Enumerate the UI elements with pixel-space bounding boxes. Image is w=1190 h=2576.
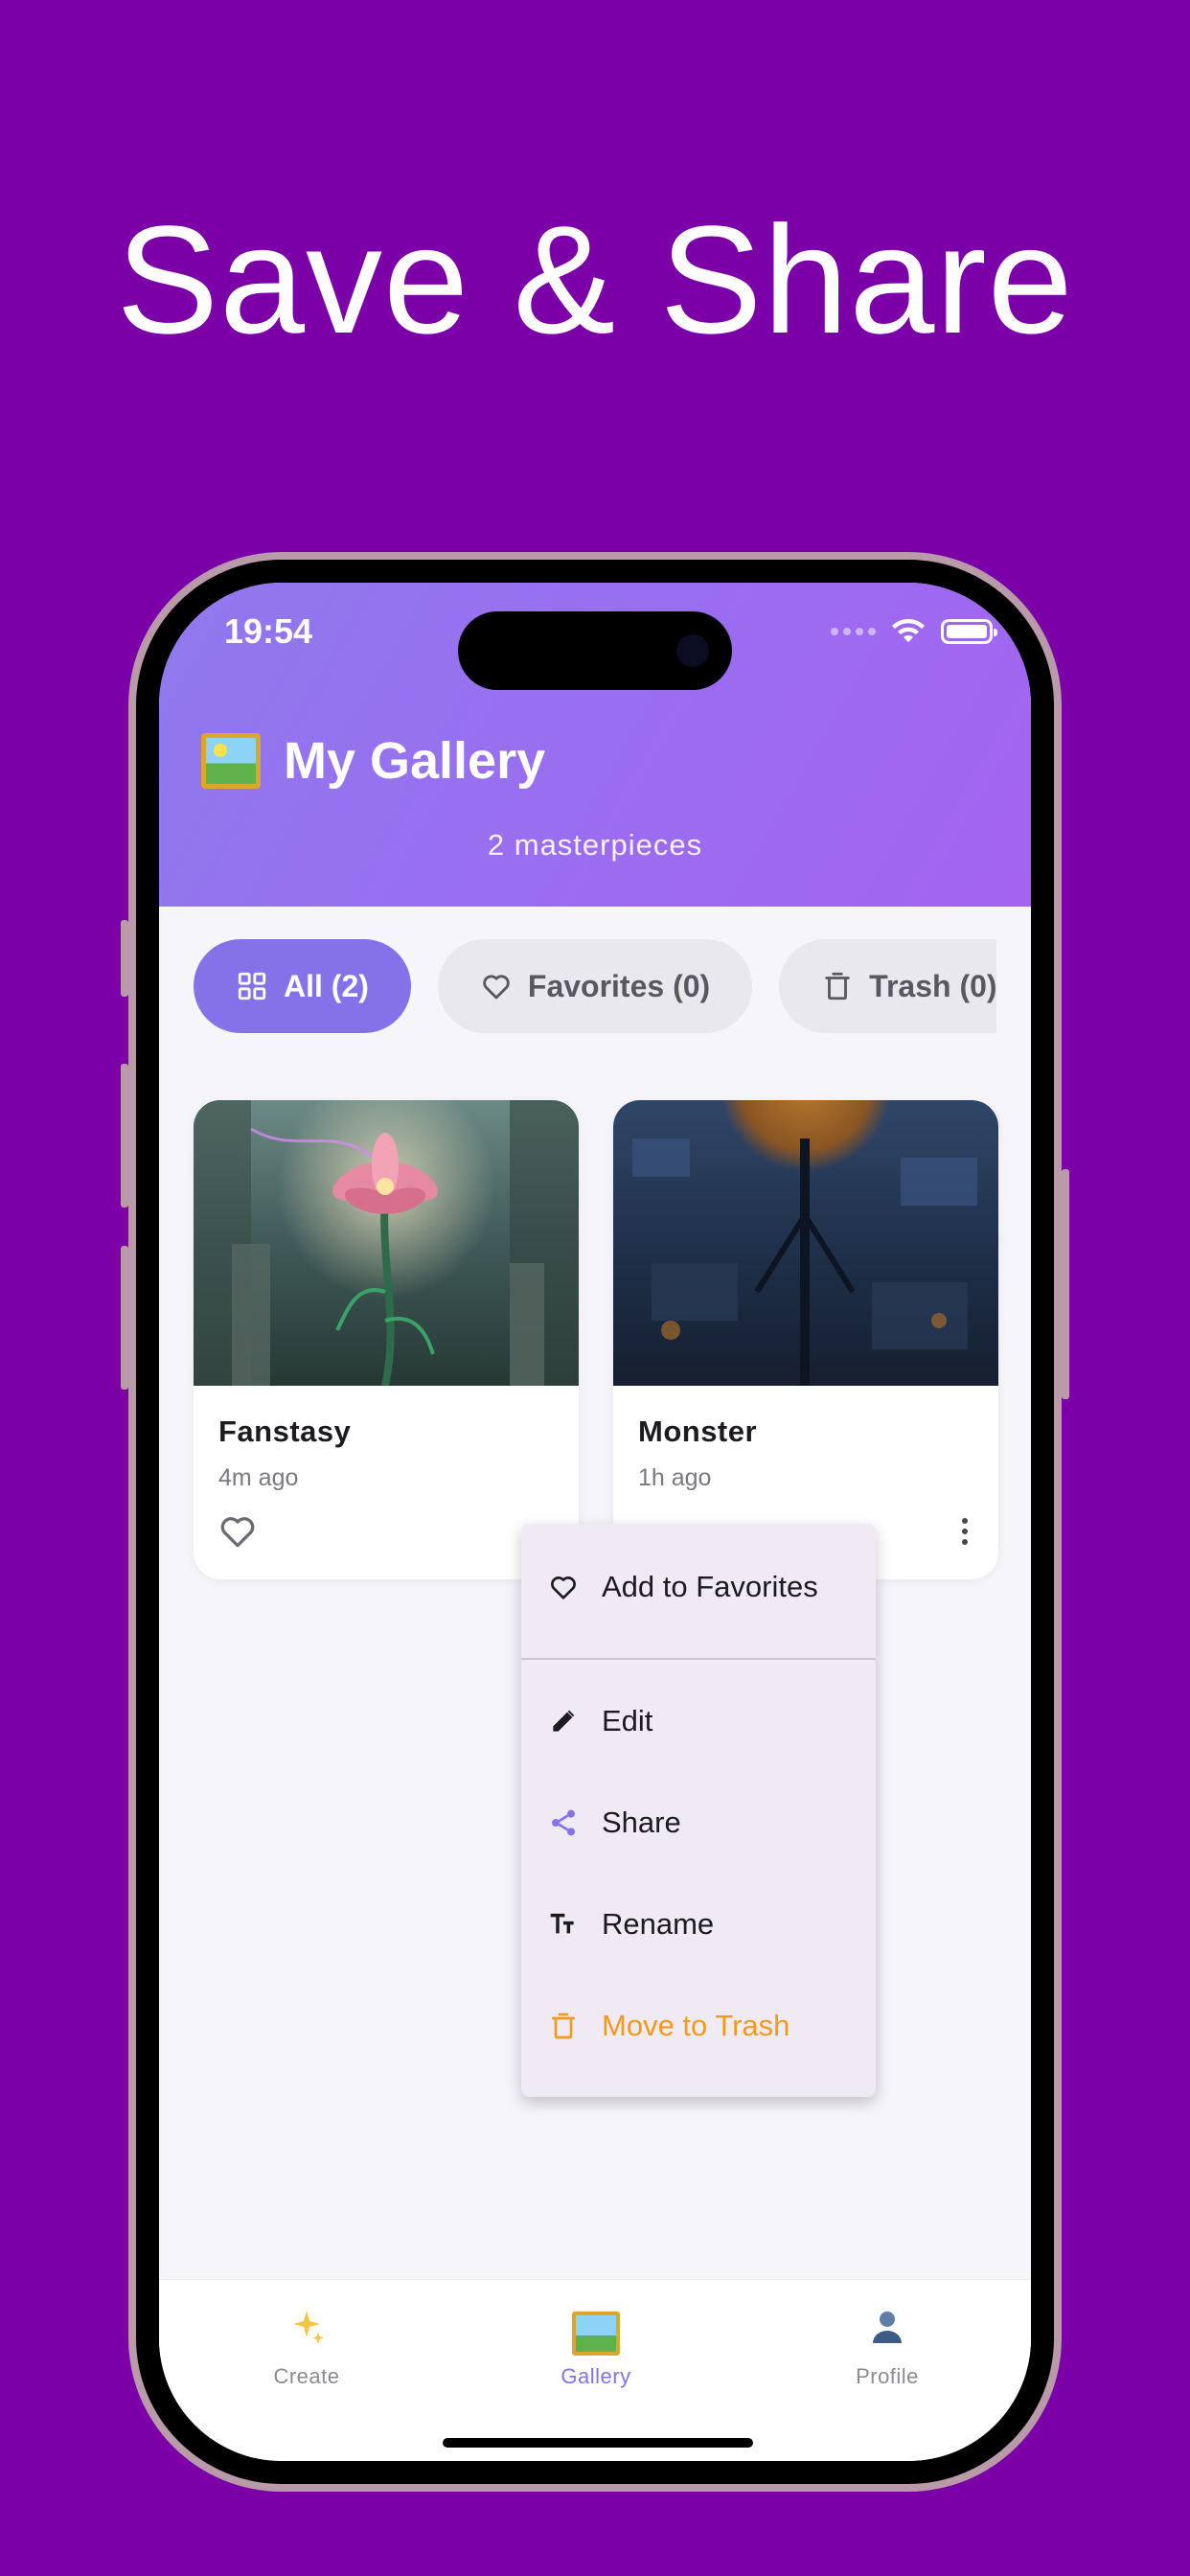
- tab-trash-label: Trash (0): [869, 968, 996, 1003]
- masterpiece-count: 2 masterpieces: [487, 828, 703, 862]
- nav-item-gallery[interactable]: Gallery: [500, 2307, 692, 2389]
- artwork-name: Fanstasy: [218, 1414, 352, 1448]
- menu-item-label: Add to Favorites: [602, 1570, 818, 1603]
- cellular-signal-icon: [831, 628, 876, 635]
- user-icon: [791, 2307, 983, 2357]
- trash-icon: [552, 2012, 575, 2039]
- dynamic-island: [458, 611, 732, 690]
- status-indicators: [831, 619, 997, 644]
- context-menu: Add to Favorites Edit Share Rename Move …: [521, 1524, 876, 2097]
- headline: Save & Share: [116, 194, 1074, 365]
- tab-favorites[interactable]: Favorites (0): [437, 939, 753, 1033]
- nav-label: Gallery: [561, 2364, 631, 2388]
- menu-item-add-to-favorites[interactable]: Add to Favorites: [548, 1570, 818, 1604]
- menu-item-edit[interactable]: Edit: [548, 1704, 652, 1738]
- framed-picture-icon: [201, 733, 261, 789]
- wifi-icon: [892, 619, 925, 642]
- menu-item-rename[interactable]: Rename: [548, 1907, 714, 1942]
- nav-label: Create: [273, 2364, 340, 2388]
- menu-divider: [521, 1658, 876, 1660]
- heart-outline-icon: [551, 1576, 576, 1599]
- monster-artwork-image: [632, 1138, 977, 1386]
- favorite-heart-icon[interactable]: [218, 1514, 257, 1549]
- tab-all[interactable]: All (2): [194, 939, 411, 1033]
- more-options-icon[interactable]: [962, 1518, 970, 1545]
- menu-item-label: Share: [602, 1806, 681, 1839]
- nav-item-create[interactable]: Create: [211, 2307, 402, 2389]
- menu-item-label: Rename: [602, 1907, 715, 1941]
- tab-all-label: All (2): [284, 968, 369, 1003]
- artwork-time: 4m ago: [218, 1464, 299, 1491]
- tab-trash[interactable]: Trash (0): [779, 939, 996, 1033]
- grid-icon: [238, 972, 266, 1000]
- battery-icon: [941, 619, 997, 644]
- nav-item-profile[interactable]: Profile: [791, 2307, 983, 2389]
- gallery-header: 19:54 My Gallery 2 masterpieces: [159, 583, 1031, 907]
- title-row: My Gallery: [201, 731, 545, 791]
- tab-favorites-label: Favorites (0): [527, 968, 711, 1003]
- app-screen: 19:54 My Gallery 2 masterpieces All (2) …: [159, 583, 1031, 2461]
- nav-label: Profile: [856, 2364, 919, 2388]
- filter-tabs: All (2) Favorites (0) Trash (0): [194, 939, 996, 1033]
- menu-item-label: Edit: [602, 1704, 653, 1737]
- bottom-navigation: Create Gallery Profile: [159, 2279, 1031, 2461]
- sparkles-icon: [211, 2307, 402, 2357]
- artwork-card-fanstasy[interactable]: Fanstasy 4m ago: [194, 1100, 579, 1579]
- volume-up-button: [121, 1064, 128, 1208]
- status-time: 19:54: [224, 611, 313, 651]
- menu-item-label: Move to Trash: [602, 2009, 790, 2042]
- framed-picture-icon: [500, 2307, 692, 2357]
- artwork-thumbnail[interactable]: [194, 1100, 579, 1386]
- menu-item-share[interactable]: Share: [548, 1806, 681, 1840]
- artwork-time: 1h ago: [638, 1464, 712, 1491]
- menu-item-move-to-trash[interactable]: Move to Trash: [548, 2009, 790, 2043]
- power-button: [1062, 1169, 1069, 1399]
- heart-outline-icon: [483, 975, 510, 1000]
- home-indicator: [443, 2438, 753, 2448]
- volume-down-button: [121, 1246, 128, 1390]
- pencil-icon: [553, 1710, 575, 1732]
- artwork-card-monster[interactable]: Monster 1h ago: [613, 1100, 998, 1579]
- trash-icon: [825, 972, 850, 1000]
- mute-switch: [121, 920, 128, 997]
- artwork-thumbnail[interactable]: [613, 1100, 998, 1386]
- share-icon: [552, 1809, 575, 1836]
- page-title: My Gallery: [284, 732, 546, 790]
- flower-artwork-image: [194, 1100, 579, 1386]
- artwork-name: Monster: [638, 1414, 758, 1448]
- text-size-icon: [550, 1913, 574, 1934]
